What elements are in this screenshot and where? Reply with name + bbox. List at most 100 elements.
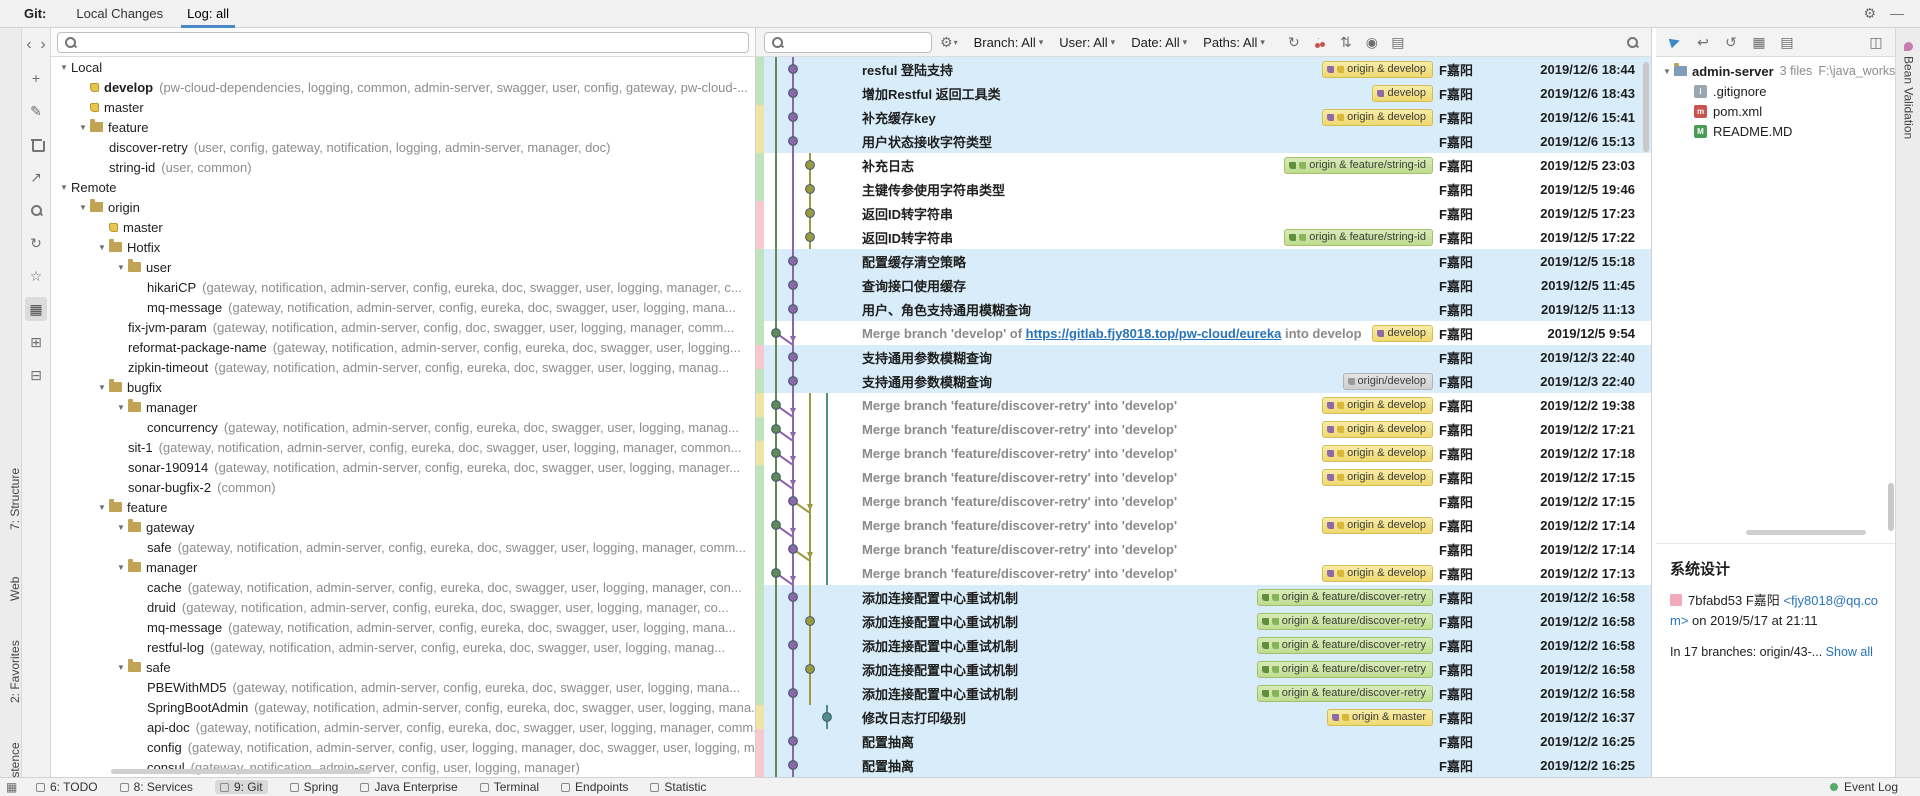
refresh-log-icon[interactable]: ↻ [1283, 30, 1305, 54]
commit-row[interactable]: Merge branch 'feature/discover-retry' in… [756, 561, 1651, 585]
tab-local-changes[interactable]: Local Changes [64, 0, 175, 28]
forward-icon[interactable]: › [37, 33, 49, 57]
branch-item[interactable]: concurrency(gateway, notification, admin… [51, 417, 755, 437]
new-branch-icon[interactable]: + [25, 66, 47, 90]
branch-item[interactable]: ▼feature [51, 497, 755, 517]
find-icon[interactable] [25, 198, 47, 222]
statusbar-6-todo[interactable]: 6: TODO [36, 780, 98, 794]
commit-row[interactable]: 增加Restful 返回工具类developF嘉阳2019/12/6 18:43 [756, 81, 1651, 105]
file-item[interactable]: MREADME.MD [1656, 121, 1895, 141]
commit-row[interactable]: resful 登陆支持origin & developF嘉阳2019/12/6 … [756, 57, 1651, 81]
commit-row[interactable]: Merge branch 'feature/discover-retry' in… [756, 441, 1651, 465]
toolwindow-tab-2-favorites[interactable]: 2: Favorites [0, 622, 22, 722]
branch-item[interactable]: SpringBootAdmin(gateway, notification, a… [51, 697, 755, 717]
branch-label-chip[interactable]: origin & feature/discover-retry [1257, 589, 1433, 606]
log-settings-gear-icon[interactable]: ⚙▾ [940, 34, 958, 51]
branch-label-chip[interactable]: origin & develop [1322, 445, 1433, 462]
branch-label-chip[interactable]: origin & feature/string-id [1284, 229, 1433, 246]
find-commit-icon[interactable] [1621, 30, 1643, 54]
toolwindow-tab-7-structure[interactable]: 7: Structure [0, 444, 22, 554]
expand-arrow-icon[interactable]: ▼ [114, 263, 128, 272]
expand-arrow-icon[interactable]: ▼ [95, 503, 109, 512]
branch-label-chip[interactable]: origin & develop [1322, 469, 1433, 486]
group-by-icon[interactable]: ▦ [25, 297, 47, 321]
branch-item[interactable]: safe(gateway, notification, admin-server… [51, 537, 755, 557]
presentation-icon[interactable]: ▤ [1387, 30, 1409, 54]
branch-label-chip[interactable]: origin & feature/string-id [1284, 157, 1433, 174]
scrollbar-thumb[interactable] [111, 769, 371, 774]
toolwindow-tab-web[interactable]: Web [0, 568, 22, 610]
favorites-star-icon[interactable]: ☆ [25, 264, 47, 288]
branch-item[interactable]: mq-message(gateway, notification, admin-… [51, 297, 755, 317]
commit-row[interactable]: Merge branch 'feature/discover-retry' in… [756, 393, 1651, 417]
tab-log-all[interactable]: Log: all [175, 0, 241, 28]
branch-label-chip[interactable]: origin & develop [1322, 61, 1433, 78]
commit-row[interactable]: Merge branch 'feature/discover-retry' in… [756, 489, 1651, 513]
expand-arrow-icon[interactable]: ▼ [76, 123, 90, 132]
commit-row[interactable]: 支持通用参数模糊查询F嘉阳2019/12/3 22:40 [756, 345, 1651, 369]
branch-filter[interactable]: Branch: All▾ [974, 35, 1044, 50]
scrollbar-thumb[interactable] [1888, 483, 1894, 531]
file-item[interactable]: mpom.xml [1656, 101, 1895, 121]
show-all-link[interactable]: Show all [1826, 645, 1873, 659]
commit-row[interactable]: 添加连接配置中心重试机制origin & feature/discover-re… [756, 609, 1651, 633]
branch-item[interactable]: develop(pw-cloud-dependencies, logging, … [51, 77, 755, 97]
branches-search-input[interactable] [83, 35, 742, 49]
branch-item[interactable]: consul(gateway, notification, admin-serv… [51, 757, 755, 777]
history-icon[interactable]: ↺ [1720, 30, 1742, 54]
statusbar-8-services[interactable]: 8: Services [120, 780, 193, 794]
commit-row[interactable]: 补充缓存keyorigin & developF嘉阳2019/12/6 15:4… [756, 105, 1651, 129]
branch-item[interactable]: ▼manager [51, 397, 755, 417]
commit-row[interactable]: Merge branch 'feature/discover-retry' in… [756, 513, 1651, 537]
commit-row[interactable]: 查询接口使用缓存F嘉阳2019/12/5 11:45 [756, 273, 1651, 297]
branch-item[interactable]: string-id(user, common) [51, 157, 755, 177]
expand-arrow-icon[interactable]: ▼ [114, 403, 128, 412]
branch-item[interactable]: ▼user [51, 257, 755, 277]
branch-item[interactable]: ▼feature [51, 117, 755, 137]
branch-item[interactable]: cache(gateway, notification, admin-serve… [51, 577, 755, 597]
back-icon[interactable]: ‹ [23, 33, 35, 57]
hide-toolwindow-icon[interactable]: — [1890, 5, 1904, 22]
scroll-to-source-icon[interactable] [1664, 30, 1686, 54]
branch-item[interactable]: sonar-bugfix-2(common) [51, 477, 755, 497]
toolwindow-tab-bean-validation[interactable]: Bean Validation [1896, 36, 1920, 139]
statusbar-terminal[interactable]: Terminal [480, 780, 539, 794]
commit-row[interactable]: 添加连接配置中心重试机制origin & feature/discover-re… [756, 657, 1651, 681]
cherry-pick-icon[interactable] [1309, 30, 1331, 54]
branch-item[interactable]: ▼safe [51, 657, 755, 677]
statusbar-statistic[interactable]: Statistic [650, 780, 706, 794]
branch-label-chip[interactable]: develop [1372, 325, 1433, 342]
branch-item[interactable]: sonar-190914(gateway, notification, admi… [51, 457, 755, 477]
commit-row[interactable]: Merge branch 'feature/discover-retry' in… [756, 465, 1651, 489]
branch-label-chip[interactable]: origin & feature/discover-retry [1257, 637, 1433, 654]
branch-item[interactable]: restful-log(gateway, notification, admin… [51, 637, 755, 657]
statusbar-endpoints[interactable]: Endpoints [561, 780, 628, 794]
branch-label-chip[interactable]: origin & feature/discover-retry [1257, 613, 1433, 630]
commit-row[interactable]: Merge branch 'feature/discover-retry' in… [756, 537, 1651, 561]
eye-icon[interactable]: ◉ [1361, 30, 1383, 54]
log-search-input[interactable] [790, 35, 945, 49]
group-files-icon[interactable]: ▦ [1748, 30, 1770, 54]
branch-label-chip[interactable]: origin & develop [1322, 109, 1433, 126]
settings-gear-icon[interactable]: ⚙ [1863, 5, 1876, 22]
branch-item[interactable]: druid(gateway, notification, admin-serve… [51, 597, 755, 617]
branch-label-chip[interactable]: origin/develop [1343, 373, 1434, 390]
expand-arrow-icon[interactable]: ▼ [95, 243, 109, 252]
expand-arrow-icon[interactable]: ▼ [57, 183, 71, 192]
branch-label-chip[interactable]: origin & develop [1322, 397, 1433, 414]
branch-item[interactable]: hikariCP(gateway, notification, admin-se… [51, 277, 755, 297]
commit-row[interactable]: 支持通用参数模糊查询origin/developF嘉阳2019/12/3 22:… [756, 369, 1651, 393]
user-filter[interactable]: User: All▾ [1059, 35, 1115, 50]
commit-row[interactable]: 配置缓存清空策略F嘉阳2019/12/5 15:18 [756, 249, 1651, 273]
commit-row[interactable]: 返回ID转字符串origin & feature/string-idF嘉阳201… [756, 225, 1651, 249]
branch-item[interactable]: ▼Local [51, 57, 755, 77]
commit-row[interactable]: Merge branch 'develop' of https://gitlab… [756, 321, 1651, 345]
expand-arrow-icon[interactable]: ▼ [57, 63, 71, 72]
event-log-button[interactable]: Event Log [1830, 780, 1920, 794]
branch-label-chip[interactable]: origin & develop [1322, 421, 1433, 438]
branch-item[interactable]: api-doc(gateway, notification, admin-ser… [51, 717, 755, 737]
branch-label-chip[interactable]: origin & develop [1322, 565, 1433, 582]
toolwindow-switcher-icon[interactable]: ▦ [6, 780, 20, 794]
branch-label-chip[interactable]: origin & master [1327, 709, 1433, 726]
branch-item[interactable]: fix-jvm-param(gateway, notification, adm… [51, 317, 755, 337]
